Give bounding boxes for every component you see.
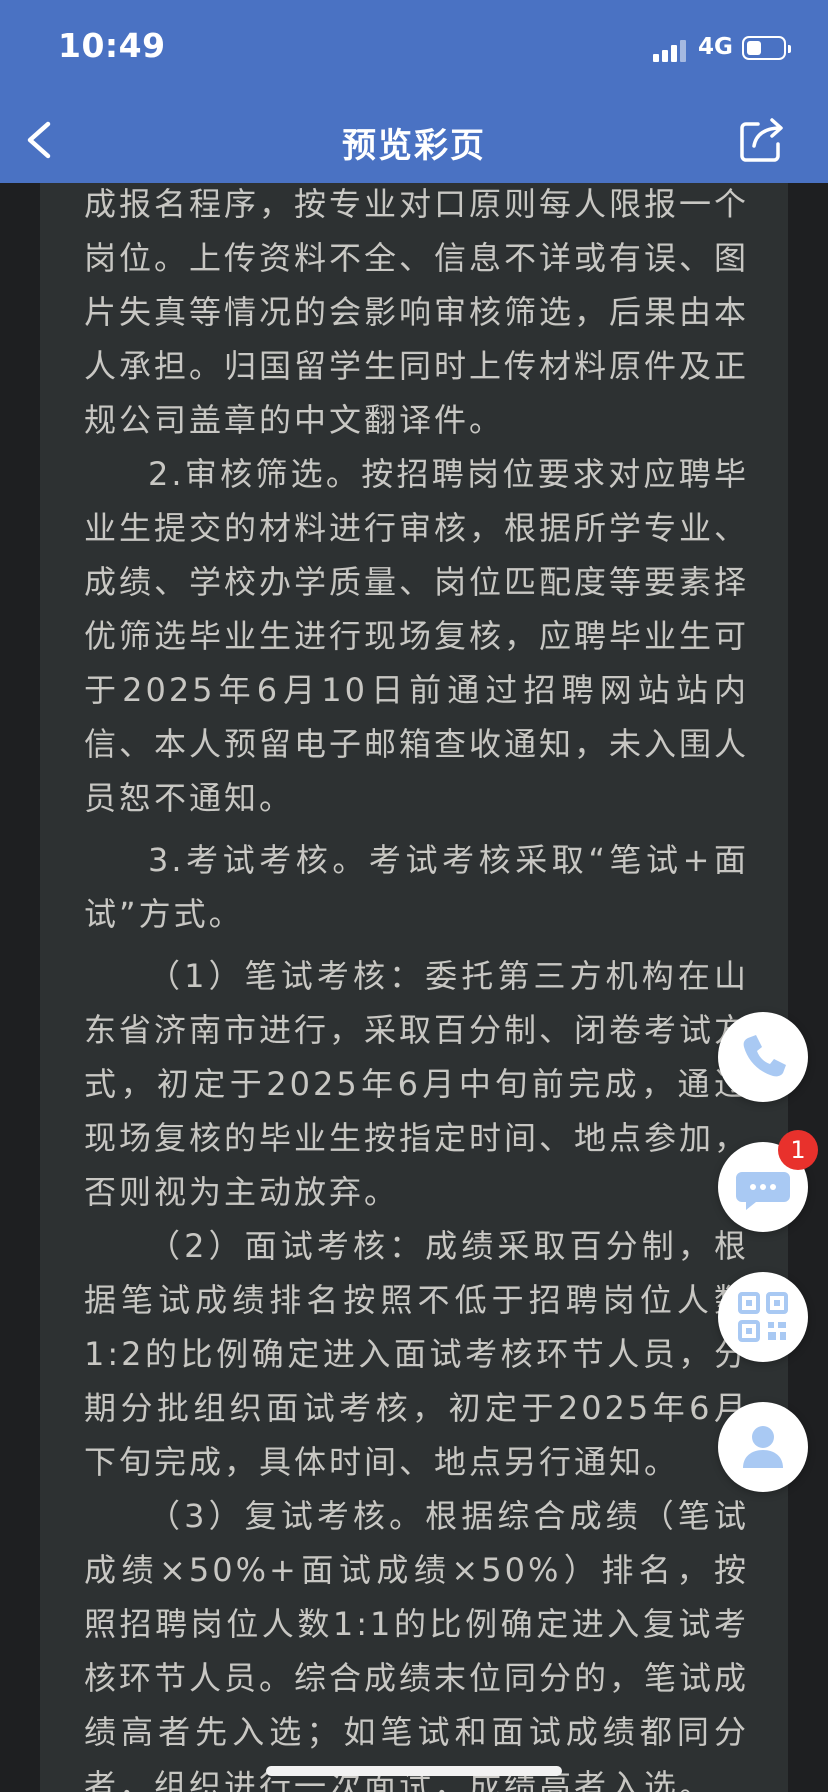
share-button[interactable]: [738, 114, 788, 164]
top-bar: 10:49 4G 预览彩页: [0, 0, 828, 183]
paragraph: （3）复试考核。根据综合成绩（笔试成绩×50%+面试成绩×50%）排名，按照招聘…: [84, 1497, 750, 1792]
document-body: 成报名程序，按专业对口原则每人限报一个岗位。上传资料不全、信息不详或有误、图片失…: [84, 183, 749, 1792]
paragraph: 成报名程序，按专业对口原则每人限报一个岗位。上传资料不全、信息不详或有误、图片失…: [84, 185, 750, 439]
paragraph: 2.审核筛选。按招聘岗位要求对应聘毕业生提交的材料进行审核，根据所学专业、成绩、…: [84, 455, 750, 817]
signal-icon: [653, 38, 689, 62]
page-title: 预览彩页: [342, 126, 486, 166]
battery-icon: [742, 36, 791, 60]
paragraph: （2）面试考核：成绩采取百分制，根据笔试成绩排名按照不低于招聘岗位人数1:2的比…: [84, 1227, 749, 1481]
home-indicator[interactable]: [266, 1766, 562, 1776]
qr-code-icon: [738, 1292, 788, 1342]
chat-badge: 1: [778, 1130, 818, 1170]
phone-icon: [743, 1035, 786, 1077]
paragraph: 3.考试考核。考试考核采取“笔试+面试”方式。: [84, 841, 749, 933]
network-label: 4G: [698, 34, 733, 60]
user-icon: [743, 1426, 783, 1468]
qr-code-button[interactable]: [718, 1272, 808, 1362]
share-icon: [740, 118, 783, 162]
user-button[interactable]: [718, 1402, 808, 1492]
status-time: 10:49: [58, 26, 166, 65]
paragraph: （1）笔试考核：委托第三方机构在山东省济南市进行，采取百分制、闭卷考试方式，初定…: [84, 957, 750, 1211]
document-preview[interactable]: 成报名程序，按专业对口原则每人限报一个岗位。上传资料不全、信息不详或有误、图片失…: [40, 183, 788, 1792]
phone-button[interactable]: [718, 1012, 808, 1102]
